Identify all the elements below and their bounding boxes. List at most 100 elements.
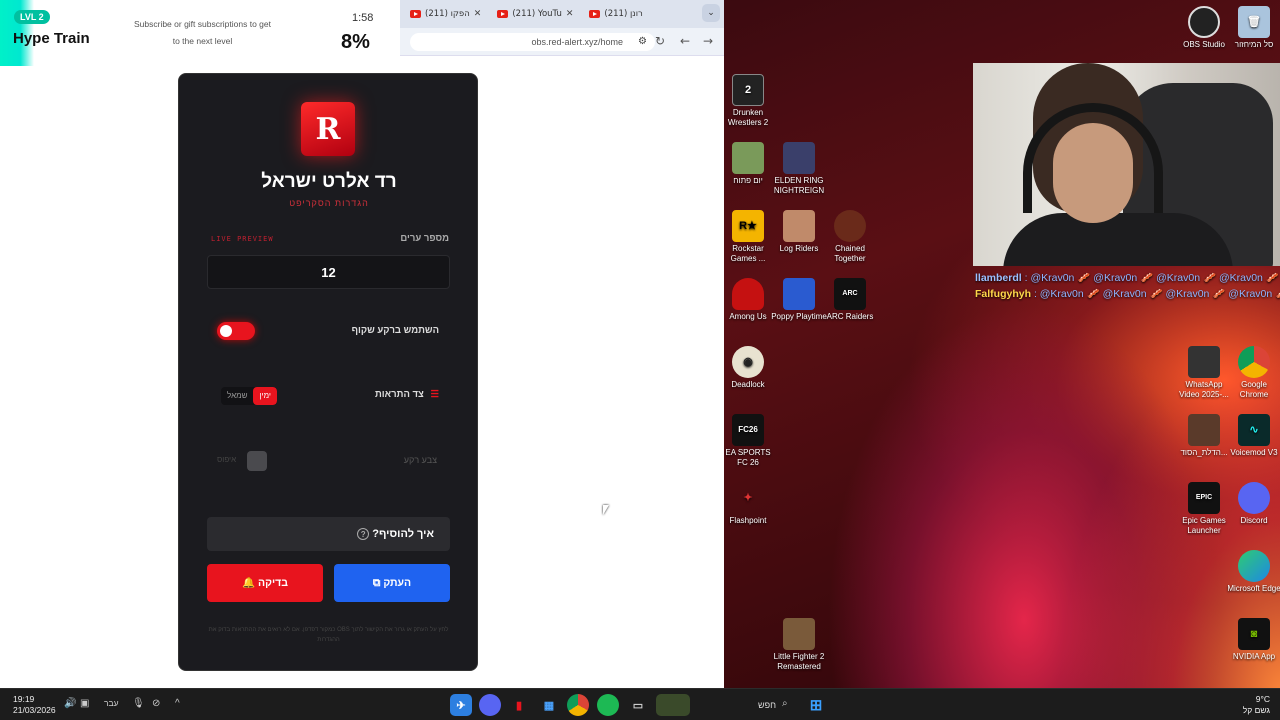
desktop-icon-arc-raiders[interactable]: ARC ARC Raiders [822,278,878,322]
test-button[interactable]: בדיקה 🔔 [207,564,323,602]
desktop-icon-edge[interactable]: Microsoft Edge [1226,550,1280,594]
desktop-icon-drunken-wrestlers[interactable]: 2 Drunken Wrestlers 2 [720,74,776,128]
list-icon: ☰ [430,389,439,400]
desktop-icon-open-day[interactable]: יום פתוח [720,142,776,186]
side-option-right[interactable]: ימין [253,387,278,405]
epic-games-icon: EPIC [1188,482,1220,514]
toggle-knob [220,325,232,337]
chevron-down-icon: ⌄ [707,8,715,18]
taskbar-search[interactable]: חפש [722,694,802,716]
microphone-icon[interactable]: 🎙 [132,698,145,709]
chained-together-icon [834,210,866,242]
alerts-side-selector: שמאל ימין [221,387,278,405]
desktop-icon-nvidia[interactable]: ◙ NVIDIA App [1226,618,1280,662]
city-count-label: מספר ערים [400,233,449,244]
close-tab-icon[interactable]: ✕ [566,9,574,19]
tab-ronen[interactable]: רונן (211) [583,3,648,25]
reset-color-button[interactable]: איפוס [217,455,236,464]
discord-icon [1238,482,1270,514]
tab-hapaku[interactable]: הפקו (211) ✕ [404,3,487,25]
desktop-icon-among-us[interactable]: Among Us [720,278,776,322]
among-us-icon [732,278,764,310]
elden-ring-icon [783,142,815,174]
hype-train-widget: LVL 2 Hype Train Subscribe or gift subsc… [0,0,400,66]
footnote-text: לחץ על העתק או גרור את הקישור לתוך OBS כ… [208,627,449,643]
desktop-icon-rockstar[interactable]: R★ Rockstar Games ... [720,210,776,264]
side-option-left[interactable]: שמאל [221,387,253,405]
desktop-icon-ea-fc[interactable]: FC26 EA SPORTS FC 26 [720,414,776,468]
file-icon [1188,414,1220,446]
arc-raiders-icon: ARC [834,278,866,310]
bg-color-label: צבע רקע [403,455,437,465]
windows-start-icon[interactable]: ⊞ [805,694,827,716]
ea-fc-icon: FC26 [732,414,764,446]
taskbar-clock[interactable]: 19:19 21/03/2026 [13,694,56,716]
taskbar-widget-icon[interactable] [656,694,690,716]
desktop-icon-flashpoint[interactable]: ✦ Flashpoint [720,482,776,526]
desktop-icon-secret-door[interactable]: הדלת_הסוד... [1176,414,1232,458]
back-icon[interactable]: ← [680,34,690,48]
obs-icon [1188,6,1220,38]
hype-train-percent: 8% [341,31,370,53]
live-preview-label: LIVE PREVIEW [211,235,274,243]
taskbar-app-icon[interactable]: ▮ [508,694,530,716]
page-title: רד אלרט ישראל [261,171,397,192]
city-count-input[interactable]: 12 [207,255,450,289]
taskbar-chrome-icon[interactable] [567,694,589,716]
taskbar-grid-icon[interactable]: ▦ [538,694,560,716]
poppy-playtime-icon [783,278,815,310]
drunken-wrestlers-icon: 2 [732,74,764,106]
forward-icon[interactable]: → [703,34,713,48]
language-indicator[interactable]: עבר [104,698,119,708]
taskbar-discord-icon[interactable] [479,694,501,716]
desktop-icon-obs[interactable]: OBS Studio [1176,6,1232,50]
desktop-icon-recycle-bin[interactable]: 🗑 סל המיחזור [1226,6,1280,50]
desktop-icon-whatsapp-video[interactable]: WhatsApp Video 2025-... [1176,346,1232,400]
taskbar-explorer-icon[interactable]: ▭ [627,694,649,716]
flashpoint-icon: ✦ [743,492,753,504]
tab-bar: הפקו (211) ✕ (211) YouTu ✕ רונן (211) ⌄ [400,0,724,28]
weather-widget[interactable]: 9°C גשם קל [1243,694,1270,716]
url-field[interactable]: obs.red-alert.xyz/home ⚙ [410,33,655,51]
open-day-icon [732,142,764,174]
how-to-add-button[interactable]: איך להוסיף? ? [207,517,450,551]
desktop-icon-log-riders[interactable]: Log Riders [771,210,827,254]
desktop-icon-little-fighter[interactable]: Little Fighter 2 Remastered [771,618,827,672]
taskbar-spotify-icon[interactable] [597,694,619,716]
desktop-icon-poppy-playtime[interactable]: Poppy Playtime [771,278,827,322]
copy-icon: ⧉ [372,577,381,589]
chevron-up-icon[interactable]: ^ [175,698,180,709]
site-settings-icon[interactable]: ⚙ [638,33,647,51]
network-icon[interactable]: ▣ [80,698,89,709]
tab-search-button[interactable]: ⌄ [702,4,720,22]
transparent-bg-toggle[interactable] [217,322,255,340]
hype-train-message: Subscribe or gift subscriptions to get t… [133,19,271,46]
tray-muted-icon[interactable]: ⊘ [152,698,160,709]
log-riders-icon [783,210,815,242]
desktop-icon-epic-games[interactable]: EPIC Epic Games Launcher [1176,482,1232,536]
desktop-icon-discord[interactable]: Discord [1226,482,1280,526]
bg-color-swatch[interactable] [247,451,267,471]
reload-icon[interactable]: ↻ [655,34,665,48]
rockstar-icon: R★ [732,210,764,242]
taskbar-telegram-icon[interactable]: ✈ [450,694,472,716]
desktop-icon-chrome[interactable]: Google Chrome [1226,346,1280,400]
screen: 2 Drunken Wrestlers 2 יום פתוח R★ Rockst… [0,0,1280,720]
copy-button[interactable]: העתק ⧉ [334,564,450,602]
volume-icon[interactable]: 🔊 [64,698,76,709]
chat-message: : @Krav0n 🥓 @Krav0n 🥓 @Krav0n 🥓 @Krav0n … [1024,272,1280,284]
desktop-icon-chained-together[interactable]: Chained Together [822,210,878,264]
close-tab-icon[interactable]: ✕ [474,9,482,19]
chat-line: Falfugyhyh : @Krav0n 🥓 @Krav0n 🥓 @Krav0n… [975,286,1280,302]
tab-youtube[interactable]: (211) YouTu ✕ [491,3,579,25]
hype-train-title: Hype Train [13,30,90,47]
desktop-icon-deadlock[interactable]: ◉ Deadlock [720,346,776,390]
transparent-bg-label: השתמש ברקע שקוף [351,325,439,336]
chat-line: llamberdl : @Krav0n 🥓 @Krav0n 🥓 @Krav0n … [975,270,1280,286]
edge-icon [1238,550,1270,582]
desktop-icon-voicemod[interactable]: ∿ Voicemod V3 [1226,414,1280,458]
red-alert-logo: R [301,102,355,156]
webcam-feed [973,63,1280,266]
desktop-icon-elden-ring[interactable]: ELDEN RING NIGHTREIGN [771,142,827,196]
bell-icon: 🔔 [242,577,256,589]
